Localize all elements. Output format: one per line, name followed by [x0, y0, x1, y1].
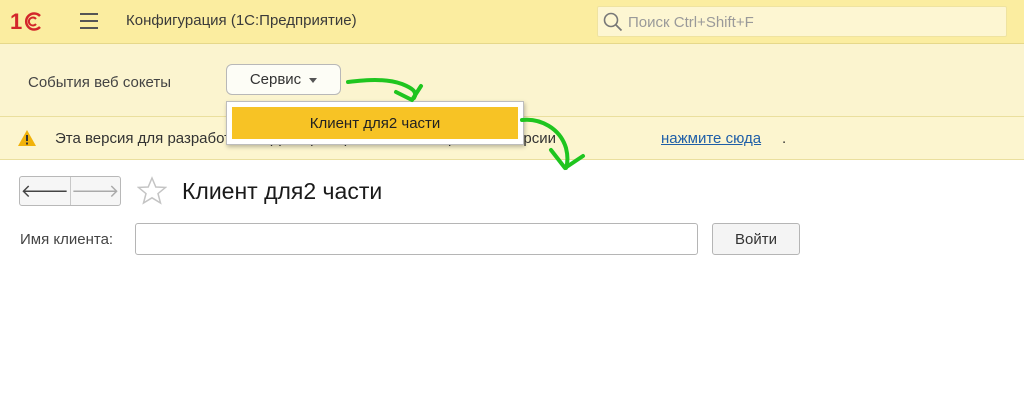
back-button[interactable]: 🡐 — [20, 177, 71, 205]
menu-item-client-part2[interactable]: Клиент для2 части — [232, 107, 518, 139]
back-arrow-icon: 🡐 — [20, 180, 69, 201]
service-menu-button[interactable]: Сервис — [226, 64, 341, 95]
forward-button[interactable]: 🡒 — [71, 177, 121, 205]
warning-triangle-icon — [18, 130, 36, 146]
service-button-label: Сервис — [249, 71, 302, 88]
top-bar: 1 Конфигурация (1С:Предприятие) — [0, 0, 1024, 44]
1c-logo[interactable]: 1 — [10, 8, 44, 34]
navigation-buttons: 🡐 🡒 — [19, 176, 121, 206]
purchase-link[interactable]: нажмите сюда — [661, 130, 761, 147]
forward-arrow-icon: 🡒 — [71, 180, 120, 201]
warning-suffix: . — [782, 130, 787, 147]
search-box[interactable] — [597, 6, 1007, 37]
star-icon[interactable] — [137, 176, 167, 206]
client-name-label: Имя клиента: — [20, 231, 114, 248]
login-button[interactable]: Войти — [712, 223, 800, 255]
search-input[interactable] — [626, 10, 1000, 35]
app-title: Конфигурация (1С:Предприятие) — [126, 12, 357, 29]
service-dropdown-menu: Клиент для2 части — [226, 101, 524, 145]
chevron-down-icon — [309, 78, 318, 83]
search-icon — [603, 12, 623, 32]
svg-text:1: 1 — [10, 9, 22, 34]
hamburger-menu-icon[interactable] — [80, 13, 98, 29]
form-title: Клиент для2 части — [182, 178, 383, 204]
section-link-websocket-events[interactable]: События веб сокеты — [28, 74, 171, 91]
client-name-input[interactable] — [135, 223, 698, 255]
